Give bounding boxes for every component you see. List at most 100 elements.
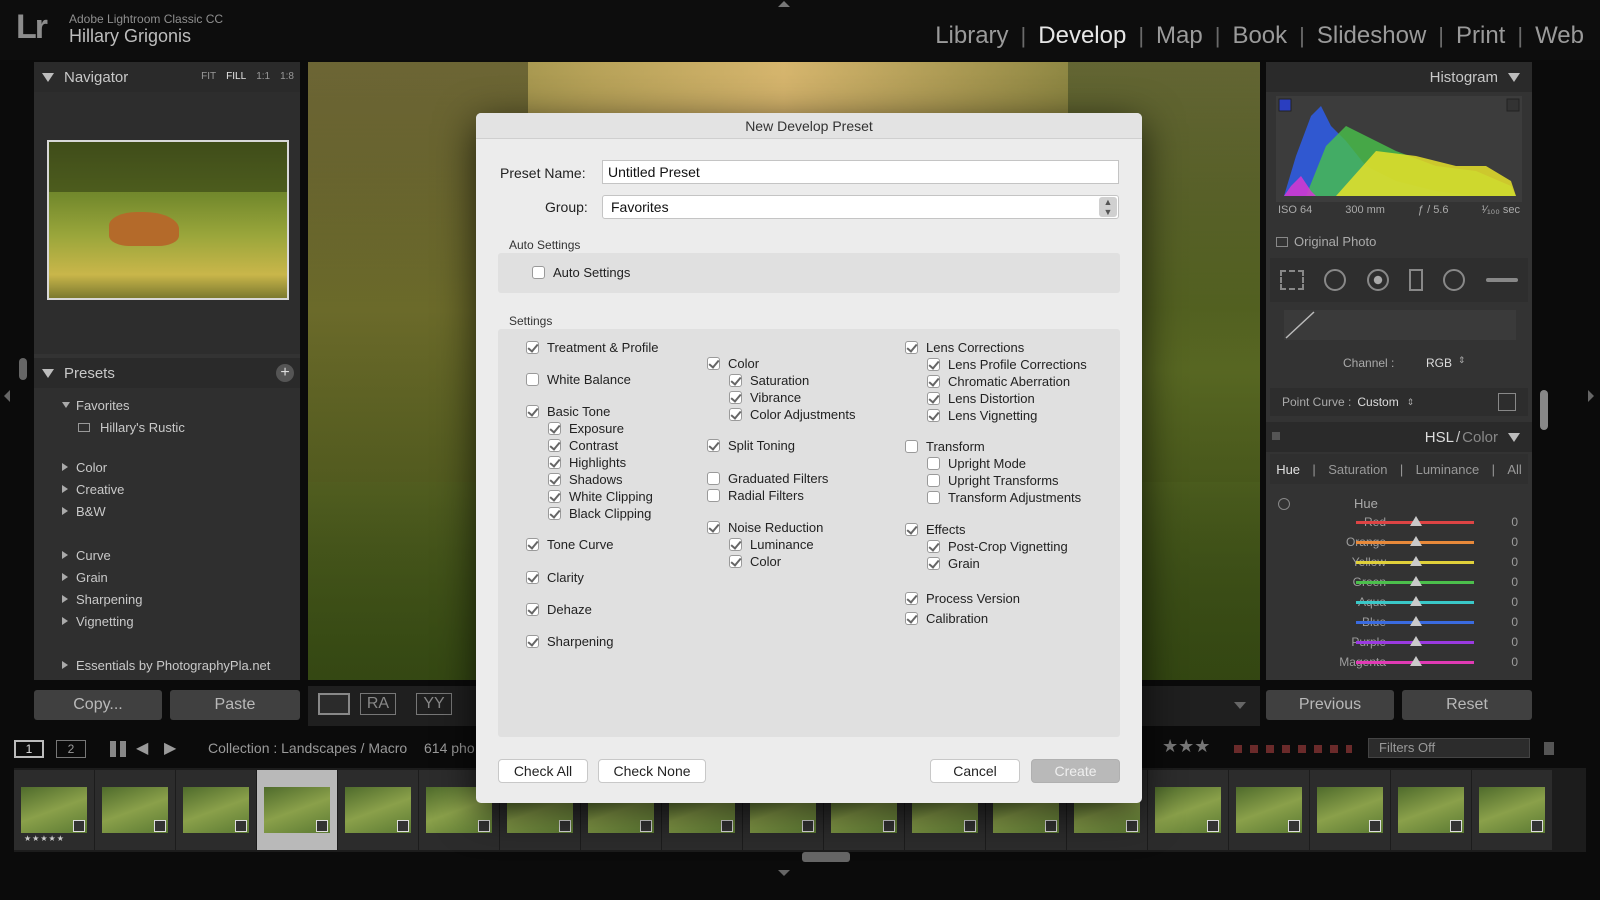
upright-mode-checkbox[interactable]: Upright Mode [927, 456, 1026, 471]
saturation-checkbox[interactable]: Saturation [729, 373, 809, 388]
red-eye-icon[interactable] [1366, 269, 1389, 291]
zoom-fill[interactable]: FILL [226, 71, 246, 82]
left-panel-toggle-icon[interactable] [4, 390, 10, 402]
module-web[interactable]: Web [1533, 22, 1586, 50]
white-balance-checkbox[interactable]: White Balance [526, 372, 631, 387]
left-scrollbar[interactable] [19, 358, 27, 380]
contrast-checkbox[interactable]: Contrast [548, 438, 618, 453]
rating-filter-stars[interactable]: ★★★ [1162, 736, 1210, 757]
channel-select[interactable]: RGB [1426, 356, 1452, 370]
preset-folder[interactable]: Essentials by PhotographyPla.net [62, 654, 300, 676]
highlights-checkbox[interactable]: Highlights [548, 455, 626, 470]
filmstrip-thumbnail[interactable] [95, 770, 175, 850]
edit-point-curve-icon[interactable] [1498, 393, 1516, 411]
lens-corrections-checkbox[interactable]: Lens Corrections [905, 340, 1024, 355]
module-library[interactable]: Library [933, 22, 1010, 50]
tone-curve-checkbox[interactable]: Tone Curve [526, 537, 613, 552]
hsl-slider-row[interactable]: Blue0 [1266, 612, 1532, 632]
lens-vignetting-checkbox[interactable]: Lens Vignetting [927, 408, 1037, 423]
right-panel-toggle-icon[interactable] [1588, 390, 1594, 402]
noise-reduction-checkbox[interactable]: Noise Reduction [707, 520, 823, 535]
toolbar-menu-icon[interactable] [1234, 702, 1246, 709]
slider-knob-icon[interactable] [1410, 516, 1422, 526]
radial-filters-checkbox[interactable]: Radial Filters [707, 488, 804, 503]
group-select[interactable]: Favorites ▲ ▼ [602, 195, 1119, 219]
preset-folder[interactable]: Creative [62, 478, 300, 500]
slider-knob-icon[interactable] [1410, 636, 1422, 646]
collapse-top-panel-icon[interactable] [778, 1, 790, 7]
previous-button[interactable]: Previous [1266, 690, 1394, 720]
preset-item[interactable]: Hillary's Rustic [62, 416, 300, 438]
hsl-title[interactable]: HSL [1425, 429, 1454, 446]
white-clipping-checkbox[interactable]: White Clipping [548, 489, 653, 504]
radial-filter-icon[interactable] [1443, 269, 1466, 291]
histogram-header[interactable]: Histogram [1266, 62, 1532, 92]
zoom-fit[interactable]: FIT [201, 71, 216, 82]
before-after-ra-button[interactable]: RA [360, 693, 396, 715]
preset-folder[interactable]: Sharpening [62, 588, 300, 610]
module-map[interactable]: Map [1154, 22, 1205, 50]
exposure-checkbox[interactable]: Exposure [548, 421, 624, 436]
preset-folder[interactable]: Grain [62, 566, 300, 588]
filmstrip-thumbnail[interactable]: ★★★★★ [14, 770, 94, 850]
crop-overlay-icon[interactable] [1280, 270, 1305, 290]
black-clipping-checkbox[interactable]: Black Clipping [548, 506, 651, 521]
filmstrip-thumbnail[interactable] [1310, 770, 1390, 850]
preset-name-input[interactable] [602, 160, 1119, 184]
treatment-profile-checkbox[interactable]: Treatment & Profile [526, 340, 659, 355]
filmstrip-thumbnail[interactable] [1148, 770, 1228, 850]
collapse-triangle-icon[interactable] [1508, 72, 1520, 82]
post-crop-vignetting-checkbox[interactable]: Post-Crop Vignetting [927, 539, 1068, 554]
preset-folder-favorites[interactable]: Favorites [62, 394, 300, 416]
preset-folder[interactable]: Vignetting [62, 610, 300, 632]
color-adjustments-checkbox[interactable]: Color Adjustments [729, 407, 856, 422]
slider-knob-icon[interactable] [1410, 556, 1422, 566]
effects-checkbox[interactable]: Effects [905, 522, 966, 537]
zoom-1-1[interactable]: 1:1 [256, 71, 270, 82]
preset-folder[interactable]: Color [62, 456, 300, 478]
sharpening-checkbox[interactable]: Sharpening [526, 634, 614, 649]
add-preset-icon[interactable]: + [276, 364, 294, 382]
filmstrip-thumbnail[interactable] [338, 770, 418, 850]
targeted-adjustment-icon[interactable] [1278, 498, 1290, 510]
tab-saturation[interactable]: Saturation [1328, 462, 1387, 477]
hsl-slider-row[interactable]: Aqua0 [1266, 592, 1532, 612]
grain-checkbox[interactable]: Grain [927, 556, 980, 571]
tab-luminance[interactable]: Luminance [1416, 462, 1480, 477]
lens-profile-checkbox[interactable]: Lens Profile Corrections [927, 357, 1087, 372]
filmstrip-thumbnail[interactable] [1391, 770, 1471, 850]
filmstrip-thumbnail[interactable] [176, 770, 256, 850]
hsl-slider-row[interactable]: Purple0 [1266, 632, 1532, 652]
auto-settings-checkbox[interactable]: Auto Settings [532, 265, 630, 280]
tab-hue[interactable]: Hue [1276, 462, 1300, 477]
secondary-window-button[interactable]: 2 [56, 740, 86, 758]
shadow-clip-indicator[interactable] [1278, 98, 1292, 112]
right-scrollbar[interactable] [1540, 390, 1548, 430]
dehaze-checkbox[interactable]: Dehaze [526, 602, 592, 617]
back-arrow-icon[interactable]: ◀ [136, 738, 148, 758]
zoom-1-8[interactable]: 1:8 [280, 71, 294, 82]
graduated-filters-checkbox[interactable]: Graduated Filters [707, 471, 828, 486]
slider-knob-icon[interactable] [1410, 616, 1422, 626]
point-curve-select[interactable]: Custom [1357, 395, 1398, 409]
slider-knob-icon[interactable] [1410, 536, 1422, 546]
color-label-filter[interactable] [1234, 745, 1352, 753]
filmstrip-thumbnail[interactable] [1229, 770, 1309, 850]
slider-knob-icon[interactable] [1410, 596, 1422, 606]
grid-view-icon[interactable] [110, 741, 126, 757]
filmstrip-thumbnail[interactable] [257, 770, 337, 850]
module-print[interactable]: Print [1454, 22, 1507, 50]
module-slideshow[interactable]: Slideshow [1315, 22, 1428, 50]
loupe-view-icon[interactable] [318, 693, 350, 715]
luminance-checkbox[interactable]: Luminance [729, 537, 814, 552]
check-none-button[interactable]: Check None [598, 759, 706, 783]
navigator-preview-image[interactable] [47, 140, 289, 300]
collapse-filmstrip-icon[interactable] [778, 870, 790, 876]
transform-adjustments-checkbox[interactable]: Transform Adjustments [927, 490, 1081, 505]
reset-button[interactable]: Reset [1402, 690, 1532, 720]
create-button[interactable]: Create [1031, 759, 1120, 783]
check-all-button[interactable]: Check All [498, 759, 588, 783]
copy-button[interactable]: Copy... [34, 690, 162, 720]
preset-folder[interactable]: Curve [62, 544, 300, 566]
filmstrip-thumbnail[interactable] [1472, 770, 1552, 850]
